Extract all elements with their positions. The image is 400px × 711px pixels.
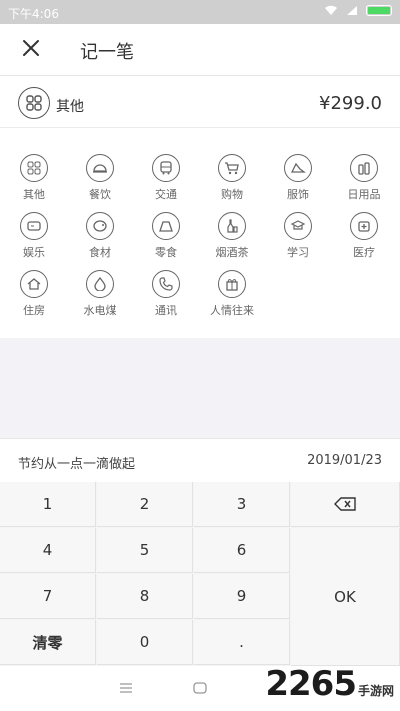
bus-icon: [152, 154, 180, 182]
page-title: 记一笔: [80, 42, 134, 63]
category-label: 零食: [155, 246, 177, 259]
key-6[interactable]: 6: [194, 528, 290, 573]
category-label: 食材: [89, 246, 111, 259]
key-5[interactable]: 5: [97, 528, 193, 573]
close-icon: [23, 40, 39, 56]
date-picker[interactable]: 2019/01/23: [307, 453, 382, 468]
category-snack[interactable]: 零食: [136, 212, 196, 260]
category-label: 日用品: [347, 188, 381, 201]
category-phone[interactable]: 通讯: [136, 270, 196, 318]
key-4[interactable]: 4: [0, 528, 96, 573]
status-bar: 下午4:06: [0, 0, 400, 24]
category-label: 通讯: [155, 304, 177, 317]
category-medical[interactable]: 医疗: [334, 212, 394, 260]
phone-icon: [152, 270, 180, 298]
category-label: 水电煤: [83, 304, 117, 317]
category-drink[interactable]: 烟酒茶: [202, 212, 262, 260]
backspace-icon: [334, 497, 356, 511]
medical-icon: [350, 212, 378, 240]
watermark-logo: 2265 手游网: [265, 664, 394, 704]
menu-button[interactable]: [114, 678, 138, 698]
category-label: 购物: [221, 188, 243, 201]
category-transport[interactable]: 交通: [136, 154, 196, 202]
category-shopping[interactable]: 购物: [202, 154, 262, 202]
category-label: 医疗: [353, 246, 375, 259]
category-clothing[interactable]: 服饰: [268, 154, 328, 202]
number-keypad: 1 2 3 4 5 6 7 8 9 OK 清零 0 .: [0, 482, 400, 666]
ingredients-icon: [86, 212, 114, 240]
category-daily-goods[interactable]: 日用品: [334, 154, 394, 202]
selected-category-row: 其他 ¥299.0: [0, 82, 400, 128]
home-icon: [193, 682, 207, 694]
gift-icon: [218, 270, 246, 298]
daily-goods-icon: [350, 154, 378, 182]
category-other[interactable]: 其他: [4, 154, 64, 202]
note-bar: 节约从一点一滴做起 2019/01/23: [0, 438, 400, 482]
status-time: 下午4:06: [8, 7, 59, 21]
study-icon: [284, 212, 312, 240]
key-9[interactable]: 9: [194, 574, 290, 619]
snack-icon: [152, 212, 180, 240]
key-0[interactable]: 0: [97, 620, 193, 665]
key-1[interactable]: 1: [0, 482, 96, 527]
selected-category-label: 其他: [56, 99, 84, 115]
category-label: 交通: [155, 188, 177, 201]
note-input[interactable]: 节约从一点一滴做起: [18, 453, 135, 472]
status-icons: [324, 5, 392, 16]
category-label: 服饰: [287, 188, 309, 201]
category-gift[interactable]: 人情往来: [202, 270, 262, 318]
ok-button[interactable]: OK: [291, 528, 400, 666]
key-7[interactable]: 7: [0, 574, 96, 619]
clothing-icon: [284, 154, 312, 182]
category-label: 餐饮: [89, 188, 111, 201]
category-label: 娱乐: [23, 246, 45, 259]
category-utilities[interactable]: 水电煤: [70, 270, 130, 318]
category-label: 学习: [287, 246, 309, 259]
house-icon: [20, 270, 48, 298]
category-ingredients[interactable]: 食材: [70, 212, 130, 260]
home-button[interactable]: [188, 678, 212, 698]
other-icon: [20, 154, 48, 182]
category-dining[interactable]: 餐饮: [70, 154, 130, 202]
category-study[interactable]: 学习: [268, 212, 328, 260]
other-icon: [18, 87, 50, 119]
category-label: 人情往来: [210, 304, 254, 317]
cart-icon: [218, 154, 246, 182]
category-label: 住房: [23, 304, 45, 317]
category-label: 烟酒茶: [215, 246, 249, 259]
watermark-brand: 2265: [265, 664, 357, 704]
key-2[interactable]: 2: [97, 482, 193, 527]
clear-button[interactable]: 清零: [0, 620, 96, 665]
key-8[interactable]: 8: [97, 574, 193, 619]
entertainment-icon: [20, 212, 48, 240]
category-entertainment[interactable]: 娱乐: [4, 212, 64, 260]
dining-icon: [86, 154, 114, 182]
spacer-area: [0, 338, 400, 438]
backspace-button[interactable]: [291, 482, 400, 527]
key-dot[interactable]: .: [194, 620, 290, 665]
title-bar: 记一笔: [0, 24, 400, 76]
close-button[interactable]: [18, 36, 44, 62]
battery-icon: [366, 5, 392, 16]
category-label: 其他: [23, 188, 45, 201]
signal-icon: [347, 6, 357, 15]
watermark-site: 手游网: [357, 684, 394, 698]
drink-icon: [218, 212, 246, 240]
category-house[interactable]: 住房: [4, 270, 64, 318]
wifi-icon: [325, 5, 337, 15]
menu-icon: [120, 683, 132, 693]
utilities-icon: [86, 270, 114, 298]
key-3[interactable]: 3: [194, 482, 290, 527]
amount-display: ¥299.0: [319, 93, 382, 114]
